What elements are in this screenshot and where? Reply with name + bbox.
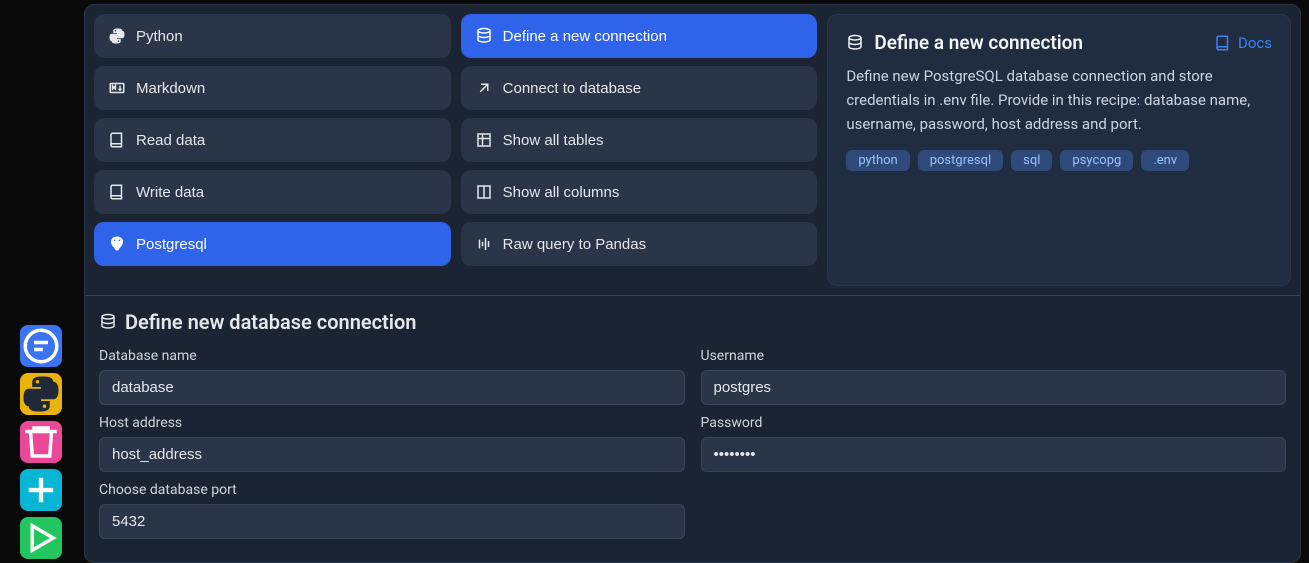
option-python[interactable]: Python — [94, 14, 451, 58]
option-show-all-tables[interactable]: Show all tables — [461, 118, 818, 162]
docs-label: Docs — [1238, 34, 1272, 52]
label-database-name: Database name — [99, 348, 685, 364]
docs-link[interactable]: Docs — [1214, 34, 1272, 52]
option-label: Define a new connection — [503, 28, 667, 45]
run-tool[interactable] — [20, 517, 62, 559]
option-read-data[interactable]: Read data — [94, 118, 451, 162]
link-icon — [475, 79, 493, 97]
option-label: Connect to database — [503, 80, 641, 97]
category-column: Python Markdown Read data Write data Postgre… — [94, 14, 451, 286]
python-tool[interactable] — [20, 373, 62, 415]
table-icon — [475, 131, 493, 149]
tag-python: python — [846, 150, 909, 171]
python-icon — [108, 27, 126, 45]
tag-sql: sql — [1011, 150, 1052, 171]
input-username[interactable] — [701, 370, 1287, 405]
database-icon — [475, 27, 493, 45]
form-area: Define new database connection Database … — [85, 295, 1300, 539]
detail-title-text: Define a new connection — [874, 31, 1083, 54]
field-username: Username — [701, 348, 1287, 405]
option-raw-query-to-pandas[interactable]: Raw query to Pandas — [461, 222, 818, 266]
option-markdown[interactable]: Markdown — [94, 66, 451, 110]
option-write-data[interactable]: Write data — [94, 170, 451, 214]
book-icon — [108, 183, 126, 201]
label-port: Choose database port — [99, 482, 685, 498]
tag-env: .env — [1141, 150, 1189, 171]
columns-icon — [475, 183, 493, 201]
query-icon — [475, 235, 493, 253]
option-label: Read data — [136, 132, 205, 149]
postgres-icon — [108, 235, 126, 253]
add-tool[interactable] — [20, 469, 62, 511]
field-password: Password — [701, 415, 1287, 472]
option-label: Show all tables — [503, 132, 604, 149]
main-panel: Python Markdown Read data Write data Postgre… — [84, 4, 1301, 563]
tags-container: python postgresql sql psycopg .env — [846, 150, 1272, 171]
top-area: Python Markdown Read data Write data Postgre… — [85, 5, 1300, 295]
markdown-icon — [108, 79, 126, 97]
delete-tool[interactable] — [20, 421, 62, 463]
option-label: Postgresql — [136, 236, 207, 253]
field-database-name: Database name — [99, 348, 685, 405]
database-icon — [846, 34, 864, 52]
field-port: Choose database port — [99, 482, 685, 539]
input-host[interactable] — [99, 437, 685, 472]
option-label: Write data — [136, 184, 204, 201]
tag-postgresql: postgresql — [918, 150, 1003, 171]
label-password: Password — [701, 415, 1287, 431]
input-port[interactable] — [99, 504, 685, 539]
book-icon — [1214, 34, 1232, 52]
option-define-a-new-connection[interactable]: Define a new connection — [461, 14, 818, 58]
input-password[interactable] — [701, 437, 1287, 472]
database-icon — [99, 313, 117, 331]
option-postgresql[interactable]: Postgresql — [94, 222, 451, 266]
option-label: Show all columns — [503, 184, 620, 201]
detail-panel: Define a new connection Docs Define new … — [827, 14, 1291, 286]
chat-tool[interactable] — [20, 325, 62, 367]
label-host: Host address — [99, 415, 685, 431]
option-label: Markdown — [136, 80, 205, 97]
option-show-all-columns[interactable]: Show all columns — [461, 170, 818, 214]
label-username: Username — [701, 348, 1287, 364]
option-connect-to-database[interactable]: Connect to database — [461, 66, 818, 110]
left-toolbar — [20, 325, 62, 559]
detail-description: Define new PostgreSQL database connectio… — [846, 64, 1272, 136]
form-title-text: Define new database connection — [125, 310, 416, 334]
recipe-column: Define a new connection Connect to databa… — [461, 14, 818, 286]
book-icon — [108, 131, 126, 149]
field-host: Host address — [99, 415, 685, 472]
tag-psycopg: psycopg — [1060, 150, 1133, 171]
option-label: Raw query to Pandas — [503, 236, 646, 253]
input-database-name[interactable] — [99, 370, 685, 405]
option-label: Python — [136, 28, 183, 45]
